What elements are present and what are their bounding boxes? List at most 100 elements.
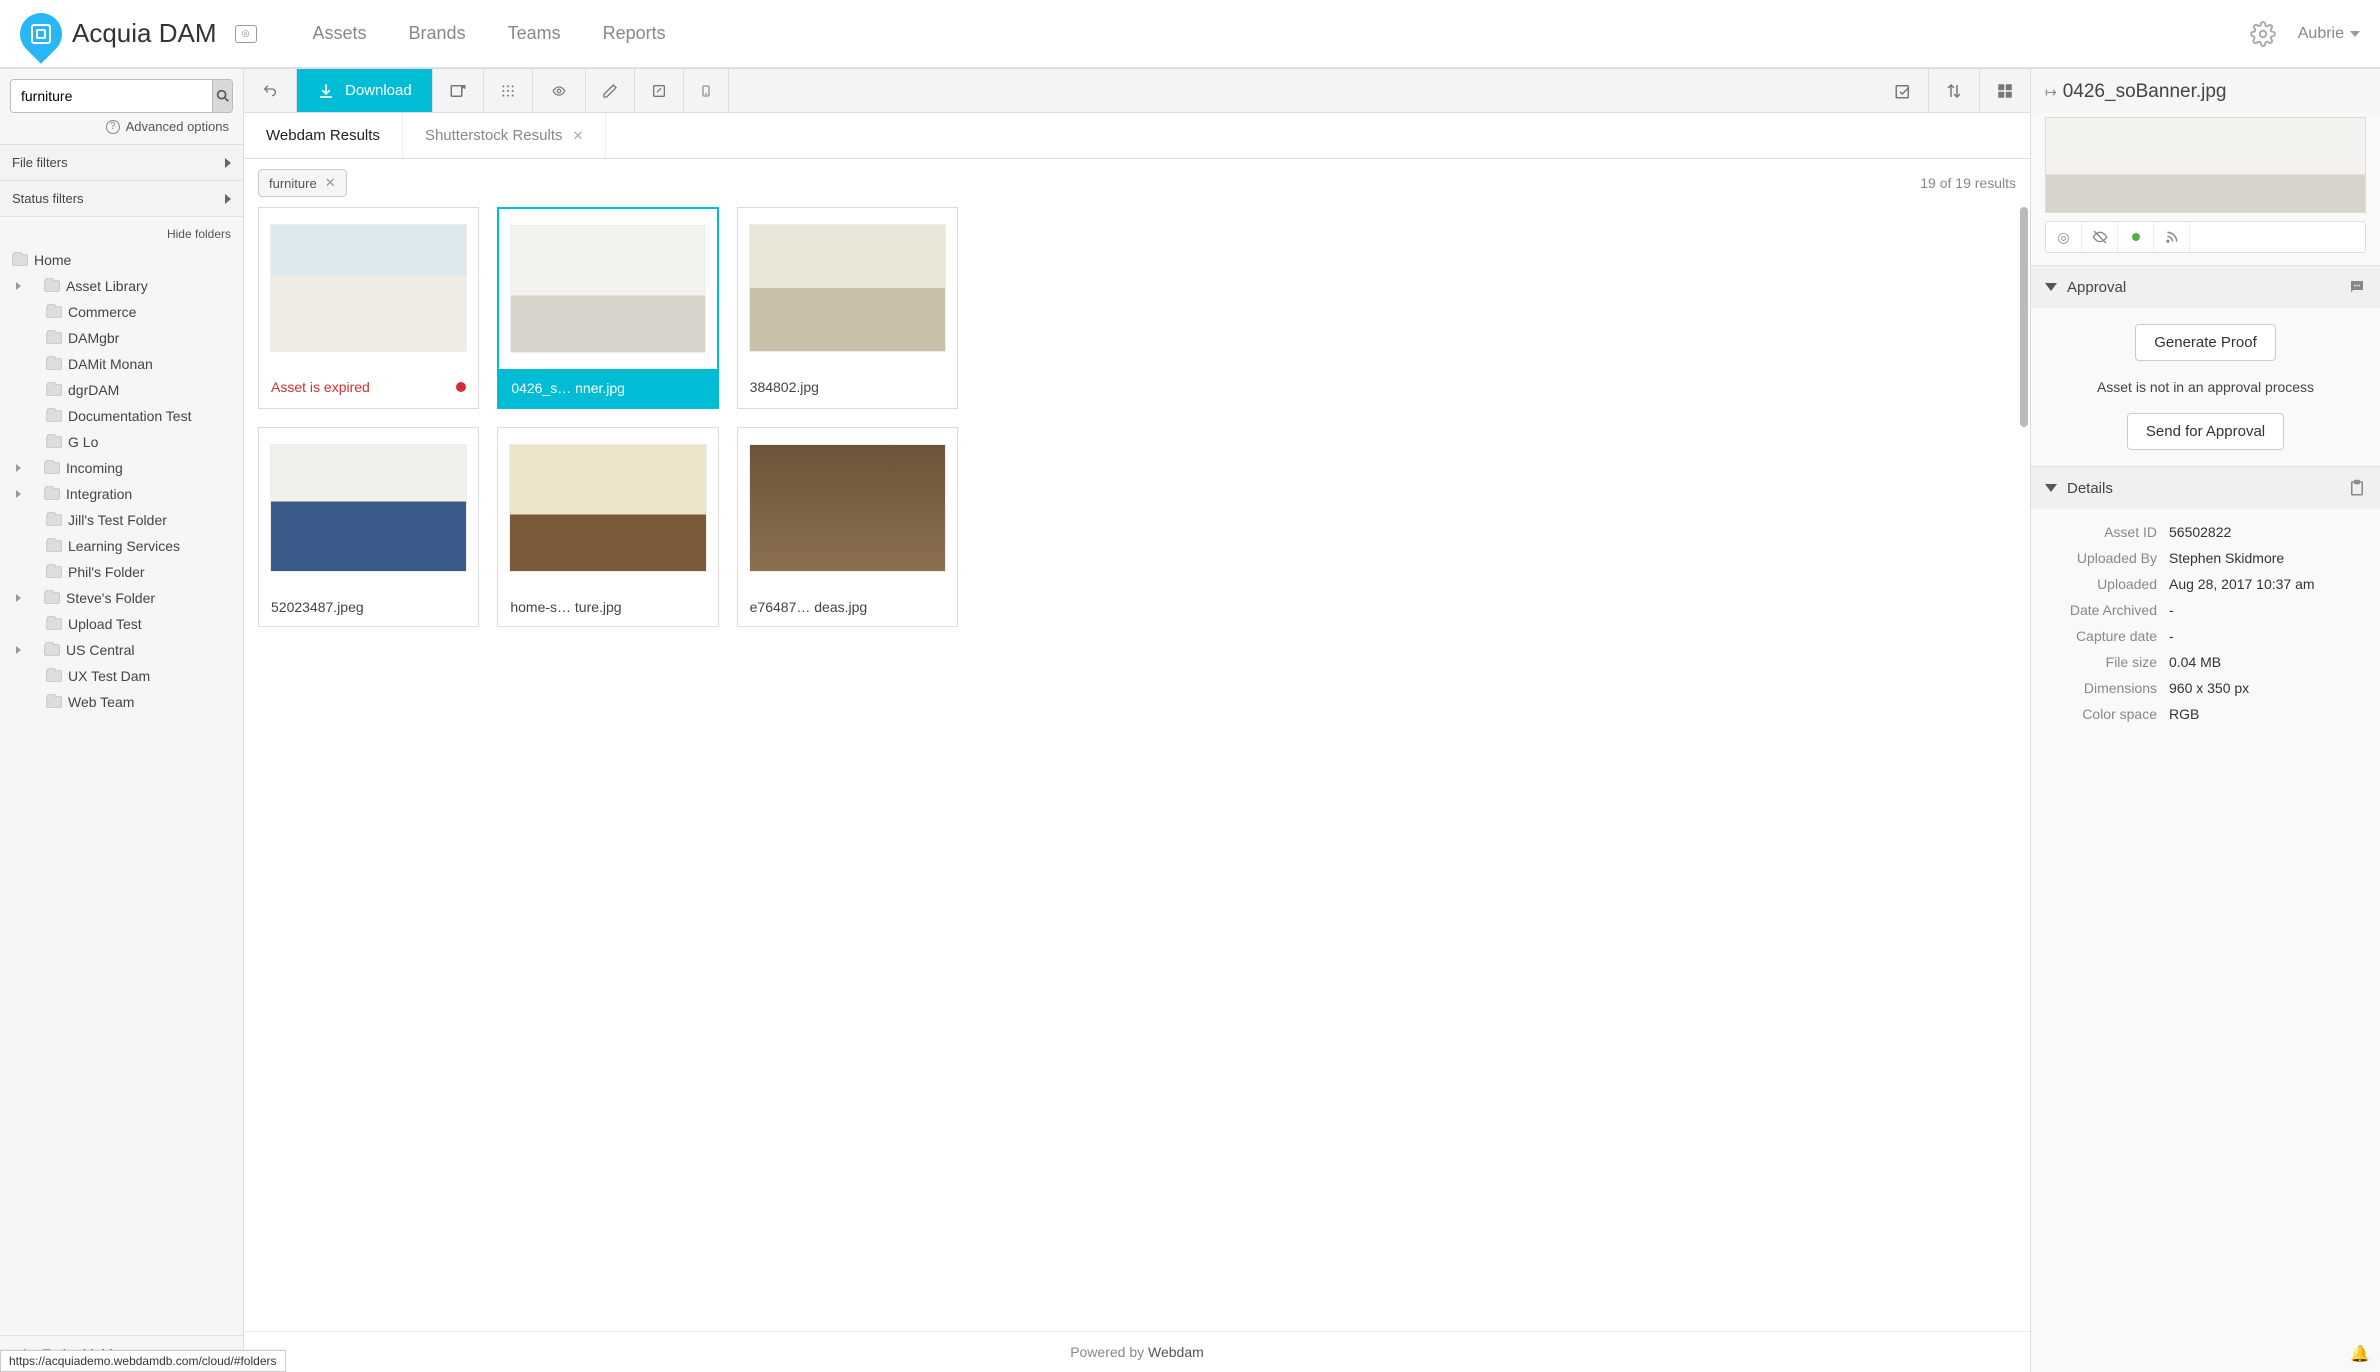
nav-teams[interactable]: Teams	[508, 23, 561, 44]
camera-icon: ◎	[235, 25, 257, 43]
chevron-right-icon	[225, 158, 231, 168]
mobile-button[interactable]	[684, 69, 729, 112]
edit-note-button[interactable]	[635, 69, 684, 112]
asset-thumbnail	[738, 208, 957, 368]
tree-item-label: Steve's Folder	[66, 590, 155, 606]
toolbar: Download	[244, 69, 2030, 113]
folder-icon	[46, 696, 62, 708]
asset-card[interactable]: home-s… ture.jpg	[497, 427, 718, 627]
tree-item[interactable]: DAMit Monan	[0, 351, 243, 377]
tree-item[interactable]: dgrDAM	[0, 377, 243, 403]
undo-button[interactable]	[244, 69, 297, 112]
visibility-off-icon[interactable]	[2082, 222, 2118, 252]
approval-section-header[interactable]: Approval	[2031, 266, 2380, 308]
search-input[interactable]	[11, 80, 212, 112]
result-count: 19 of 19 results	[1920, 175, 2016, 191]
detail-value: 0.04 MB	[2169, 654, 2221, 670]
camera-icon[interactable]: ◎	[2046, 222, 2082, 252]
expand-icon	[16, 464, 21, 472]
asset-grid: Asset is expired0426_s… nner.jpg384802.j…	[258, 207, 958, 627]
generate-proof-button[interactable]: Generate Proof	[2135, 324, 2276, 361]
brand-name: Acquia DAM	[72, 18, 217, 49]
chip-furniture[interactable]: furniture ✕	[258, 169, 347, 197]
export-button[interactable]	[433, 69, 484, 112]
tree-item[interactable]: DAMgbr	[0, 325, 243, 351]
tree-item-label: G Lo	[68, 434, 98, 450]
close-icon[interactable]: ✕	[573, 128, 584, 144]
logo-icon	[11, 4, 70, 63]
pencil-icon	[602, 83, 618, 99]
tab-shutterstock[interactable]: Shutterstock Results ✕	[403, 113, 606, 158]
folder-icon	[44, 592, 60, 604]
tree-item[interactable]: Steve's Folder	[0, 585, 243, 611]
comment-icon[interactable]	[2348, 278, 2366, 296]
edit-button[interactable]	[586, 69, 635, 112]
details-section-header[interactable]: Details	[2031, 467, 2380, 509]
tree-item[interactable]: Learning Services	[0, 533, 243, 559]
undo-icon	[260, 83, 280, 99]
hide-folders[interactable]: Hide folders	[0, 217, 243, 247]
download-button[interactable]: Download	[297, 69, 433, 112]
folder-icon	[44, 280, 60, 292]
check-icon	[1894, 82, 1912, 100]
chevron-down-icon	[2350, 31, 2360, 37]
asset-card[interactable]: Asset is expired	[258, 207, 479, 409]
tree-item[interactable]: Commerce	[0, 299, 243, 325]
folder-icon	[12, 254, 28, 266]
tree-item[interactable]: Asset Library	[0, 273, 243, 299]
check-button[interactable]	[1878, 69, 1929, 112]
grid-icon	[1996, 82, 2014, 100]
sidebar: ? Advanced options File filters Status f…	[0, 69, 244, 1372]
tree-item-label: UX Test Dam	[68, 668, 150, 684]
tree-item[interactable]: Web Team	[0, 689, 243, 715]
asset-card[interactable]: 384802.jpg	[737, 207, 958, 409]
grid-small-button[interactable]	[484, 69, 533, 112]
tree-item[interactable]: Incoming	[0, 455, 243, 481]
tree-item[interactable]: Upload Test	[0, 611, 243, 637]
nav-reports[interactable]: Reports	[603, 23, 666, 44]
scrollbar[interactable]	[2018, 207, 2028, 1291]
detail-label: Date Archived	[2049, 602, 2169, 618]
grid-view-button[interactable]	[1980, 69, 2030, 112]
rss-icon[interactable]	[2154, 222, 2190, 252]
tree-item[interactable]: Documentation Test	[0, 403, 243, 429]
tree-item-label: Upload Test	[68, 616, 142, 632]
tree-item[interactable]: UX Test Dam	[0, 663, 243, 689]
expand-icon	[16, 490, 21, 498]
tree-item[interactable]: G Lo	[0, 429, 243, 455]
bell-icon[interactable]: 🔔	[2350, 1344, 2370, 1364]
tree-item-label: Jill's Test Folder	[68, 512, 167, 528]
user-menu[interactable]: Aubrie	[2298, 25, 2360, 43]
brand-logo[interactable]: Acquia DAM ◎	[20, 13, 257, 55]
detail-row: Color spaceRGB	[2049, 701, 2362, 727]
tab-webdam[interactable]: Webdam Results	[244, 113, 403, 158]
asset-caption: home-s… ture.jpg	[498, 588, 717, 626]
clipboard-icon[interactable]	[2348, 479, 2366, 497]
nav-assets[interactable]: Assets	[313, 23, 367, 44]
tree-item[interactable]: Jill's Test Folder	[0, 507, 243, 533]
sort-button[interactable]	[1929, 69, 1980, 112]
tree-item[interactable]: Phil's Folder	[0, 559, 243, 585]
gear-icon[interactable]	[2250, 21, 2276, 47]
asset-card[interactable]: 52023487.jpeg	[258, 427, 479, 627]
search-button[interactable]	[212, 80, 232, 112]
tree-item[interactable]: Integration	[0, 481, 243, 507]
filter-chips: furniture ✕ 19 of 19 results	[244, 159, 2030, 207]
asset-card[interactable]: e76487… deas.jpg	[737, 427, 958, 627]
asset-preview[interactable]	[2045, 117, 2366, 213]
preview-button[interactable]	[533, 69, 586, 112]
tree-item-label: dgrDAM	[68, 382, 119, 398]
tree-root[interactable]: Home	[0, 247, 243, 273]
file-filters[interactable]: File filters	[0, 144, 243, 181]
tree-item-label: Documentation Test	[68, 408, 191, 424]
advanced-options[interactable]: ? Advanced options	[10, 113, 233, 134]
tree-item-label: US Central	[66, 642, 134, 658]
asset-card[interactable]: 0426_s… nner.jpg	[497, 207, 718, 409]
tree-item[interactable]: US Central	[0, 637, 243, 663]
detail-value: 56502822	[2169, 524, 2231, 540]
nav-brands[interactable]: Brands	[409, 23, 466, 44]
close-icon[interactable]: ✕	[325, 175, 336, 191]
send-approval-button[interactable]: Send for Approval	[2127, 413, 2284, 450]
detail-value: Aug 28, 2017 10:37 am	[2169, 576, 2315, 592]
status-filters[interactable]: Status filters	[0, 181, 243, 217]
